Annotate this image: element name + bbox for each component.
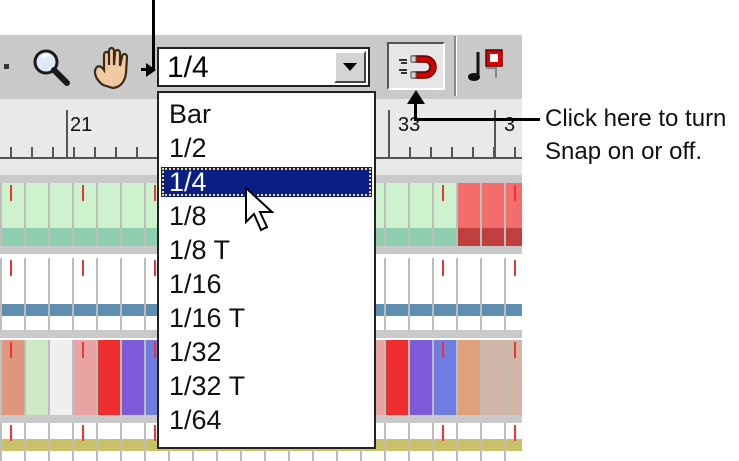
track-cell [384,340,408,415]
track-cell [120,258,144,330]
track-cell [480,183,504,246]
track-cell [456,423,480,461]
ruler-bar-tick [388,110,390,158]
ruler-tick [73,147,75,157]
track-cell [480,340,504,415]
track-cell [504,340,522,415]
hand-icon[interactable] [88,44,140,92]
track-cell [96,340,120,415]
quantize-selected-value: 1/4 [167,51,209,84]
track-cell [96,423,120,461]
track-cell [0,423,24,461]
track-cell [504,258,522,330]
track-cell [432,258,456,330]
ruler-tick [472,147,474,157]
track-cell [504,423,522,461]
track-cell [120,340,144,415]
annotation-line-1: Click here to turn [545,105,727,132]
track-cell [384,183,408,246]
ruler-tick [115,147,117,157]
ruler-bar-number: 21 [70,114,93,136]
track-cell [72,340,96,415]
track-cell [48,423,72,461]
track-cell [0,340,24,415]
chevron-down-icon[interactable] [334,51,366,83]
track-cell [48,340,72,415]
track-cell [408,258,432,330]
quantize-option-1-2[interactable]: 1/2 [161,133,372,163]
ruler-bar-tick [66,110,68,158]
ruler-tick [451,147,453,157]
toolbar-separator [454,36,457,96]
track-cell [48,258,72,330]
track-cell [408,423,432,461]
track-cell [408,183,432,246]
track-cell [48,183,72,246]
screenshot-region: 1/4 21 33 3 Bar 1/2 1/4 1/8 1/8 T 1/16 1… [0,0,522,461]
callout-line [414,118,540,121]
track-cell [408,340,432,415]
track-cell [384,423,408,461]
callout-line [141,68,146,71]
quantize-dropdown-list[interactable]: Bar 1/2 1/4 1/8 1/8 T 1/16 1/16 T 1/32 1… [157,91,376,449]
track-cell [432,340,456,415]
quantize-option-1-64[interactable]: 1/64 [161,405,372,435]
ruler-tick [10,147,12,157]
track-cell [24,183,48,246]
track-cell [72,183,96,246]
track-cell [480,423,504,461]
track-cell [24,340,48,415]
track-cell [480,258,504,330]
track-cell [96,258,120,330]
track-cell [0,258,24,330]
quantize-option-1-16t[interactable]: 1/16 T [161,303,372,333]
quantize-option-1-8t[interactable]: 1/8 T [161,235,372,265]
track-cell [120,423,144,461]
annotation-line-2: Snap on or off. [545,138,703,165]
quantize-option-1-32t[interactable]: 1/32 T [161,371,372,401]
track-cell [24,258,48,330]
quantize-combobox[interactable]: 1/4 [157,47,370,87]
track-cell [456,183,480,246]
snap-magnet-icon [395,48,437,86]
track-cell [72,258,96,330]
ruler-tick [94,147,96,157]
track-cell [72,423,96,461]
quantize-option-bar[interactable]: Bar [161,99,372,129]
ruler-tick [430,147,432,157]
track-cell [432,183,456,246]
track-cell [456,340,480,415]
track-cell [120,183,144,246]
ruler-tick [409,147,411,157]
mouse-pointer-icon [244,186,278,236]
magnifier-icon[interactable] [28,46,76,88]
ruler-tick [514,147,516,157]
ruler-tick [31,147,33,157]
track-cell [432,423,456,461]
quantize-option-1-16[interactable]: 1/16 [161,269,372,299]
ruler-tick [136,147,138,157]
ruler-tick [52,147,54,157]
quantize-option-1-32[interactable]: 1/32 [161,337,372,367]
track-cell [456,258,480,330]
track-cell [504,183,522,246]
track-cell [384,258,408,330]
track-cell [0,183,24,246]
track-cell [96,183,120,246]
snap-toggle-button[interactable] [387,42,445,90]
track-cell [24,423,48,461]
tool-fragment [4,64,9,69]
note-icon[interactable] [466,46,512,88]
